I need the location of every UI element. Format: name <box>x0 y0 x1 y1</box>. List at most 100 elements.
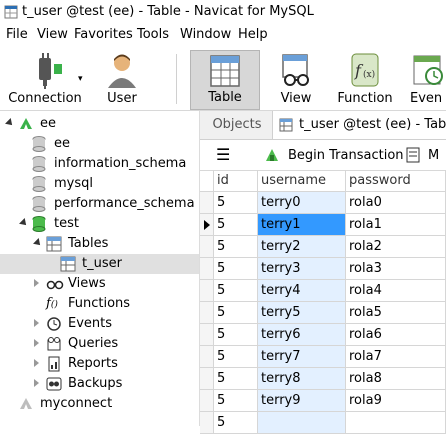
expand-arrow-icon[interactable] <box>34 379 39 387</box>
grid-cell-username[interactable]: terry9 <box>258 390 346 412</box>
tree-reports-group[interactable]: Reports <box>0 354 199 374</box>
grid-cell-id[interactable]: 5 <box>214 192 258 214</box>
row-header[interactable] <box>200 280 214 302</box>
collapse-arrow-icon[interactable] <box>19 218 29 228</box>
grid-cell-id[interactable]: 5 <box>214 280 258 302</box>
grid-cell-password[interactable]: rola7 <box>346 346 446 368</box>
row-header[interactable] <box>200 346 214 368</box>
begin-transaction-button[interactable]: Begin Transaction <box>264 144 404 166</box>
grid-cell-password[interactable]: rola3 <box>346 258 446 280</box>
row-header[interactable] <box>200 302 214 324</box>
collapse-arrow-icon[interactable] <box>5 118 15 128</box>
expand-arrow-icon[interactable] <box>34 319 39 327</box>
grid-cell-username[interactable] <box>258 412 346 434</box>
tab-t-user-table[interactable]: t_user @test (ee) - Table <box>272 111 446 139</box>
grid-cell-username[interactable]: terry6 <box>258 324 346 346</box>
grid-cell-password[interactable]: rola8 <box>346 368 446 390</box>
menu-file[interactable]: File <box>6 27 28 42</box>
grid-cell-password[interactable]: rola0 <box>346 192 446 214</box>
grid-cell-id[interactable]: 5 <box>214 302 258 324</box>
grid-cell-id[interactable]: 5 <box>214 390 258 412</box>
function-button[interactable]: f (x) Function <box>332 50 398 110</box>
event-button[interactable]: Even <box>406 50 446 110</box>
table-button[interactable]: Table <box>190 50 260 110</box>
connection-dropdown-icon[interactable]: ▾ <box>78 74 83 84</box>
tree-database-information-schema[interactable]: information_schema <box>0 154 199 174</box>
grid-cell-password[interactable]: rola6 <box>346 324 446 346</box>
tree-database-mysql[interactable]: mysql <box>0 174 199 194</box>
collapse-arrow-icon[interactable] <box>33 238 43 248</box>
tree-connection-ee[interactable]: ee <box>0 114 199 134</box>
menu-bar: File View Favorites Tools Window Help <box>0 24 446 46</box>
database-icon <box>32 156 46 172</box>
tree-tables-group[interactable]: Tables <box>0 234 199 254</box>
queries-icon <box>47 337 61 351</box>
grid-cell-password[interactable]: rola1 <box>346 214 446 236</box>
row-header[interactable] <box>200 324 214 346</box>
menu-icon[interactable]: ☰ <box>216 145 230 164</box>
menu-favorites[interactable]: Favorites <box>74 27 133 42</box>
grid-cell-username[interactable]: terry2 <box>258 236 346 258</box>
grid-cell-password[interactable]: rola4 <box>346 280 446 302</box>
row-header[interactable] <box>200 390 214 412</box>
tree-table-t-user[interactable]: t_user <box>0 254 199 274</box>
menu-help[interactable]: Help <box>238 27 268 42</box>
row-header[interactable] <box>200 412 214 434</box>
column-header-username[interactable]: username <box>258 170 346 192</box>
grid-cell-id[interactable]: 5 <box>214 346 258 368</box>
main-toolbar: Connection ▾ User Table View f (x) Funct… <box>0 46 446 111</box>
tab-objects[interactable]: Objects <box>206 111 268 139</box>
grid-cell-username[interactable]: terry4 <box>258 280 346 302</box>
grid-cell-username[interactable]: terry8 <box>258 368 346 390</box>
grid-cell-password[interactable]: rola2 <box>346 236 446 258</box>
tree-views-group[interactable]: Views <box>0 274 199 294</box>
row-header[interactable] <box>200 368 214 390</box>
row-header[interactable] <box>200 192 214 214</box>
grid-cell-id[interactable]: 5 <box>214 258 258 280</box>
table-toolbar: ☰ Begin Transaction M <box>200 140 446 171</box>
grid-cell-username[interactable]: terry1 <box>258 214 346 236</box>
expand-arrow-icon[interactable] <box>34 279 39 287</box>
tree-database-test[interactable]: test <box>0 214 199 234</box>
row-header[interactable] <box>200 258 214 280</box>
column-header-password[interactable]: password <box>346 170 446 192</box>
tree-events-group[interactable]: Events <box>0 314 199 334</box>
grid-cell-username[interactable]: terry0 <box>258 192 346 214</box>
tree-queries-group[interactable]: Queries <box>0 334 199 354</box>
grid-cell-id[interactable]: 5 <box>214 214 258 236</box>
grid-cell-id[interactable]: 5 <box>214 368 258 390</box>
tree-database-ee[interactable]: ee <box>0 134 199 154</box>
table-icon <box>60 256 76 272</box>
memo-button[interactable]: M <box>406 144 446 166</box>
menu-window[interactable]: Window <box>180 27 231 42</box>
grid-cell-password[interactable] <box>346 412 446 434</box>
row-header[interactable] <box>200 214 214 236</box>
transaction-icon <box>266 149 278 161</box>
column-header-id[interactable]: id <box>214 170 258 192</box>
tree-functions-group[interactable]: f() Functions <box>0 294 199 314</box>
grid-cell-id[interactable]: 5 <box>214 236 258 258</box>
backups-icon <box>46 377 62 391</box>
grid-cell-id[interactable]: 5 <box>214 412 258 434</box>
row-header[interactable] <box>200 236 214 258</box>
function-label: Function <box>337 91 393 106</box>
grid-cell-id[interactable]: 5 <box>214 324 258 346</box>
grid-cell-password[interactable]: rola5 <box>346 302 446 324</box>
tree-backups-group[interactable]: Backups <box>0 374 199 394</box>
grid-cell-password[interactable]: rola9 <box>346 390 446 412</box>
grid-cell-username[interactable]: terry7 <box>258 346 346 368</box>
connection-button[interactable]: Connection <box>4 50 86 110</box>
tree-label: information_schema <box>54 156 187 171</box>
grid-cell-username[interactable]: terry5 <box>258 302 346 324</box>
tree-connection-myconnect[interactable]: myconnect <box>0 394 199 414</box>
mysql-connection-icon <box>20 398 32 409</box>
view-button[interactable]: View <box>268 50 324 110</box>
tree-database-performance-schema[interactable]: performance_schema <box>0 194 199 214</box>
tab-label: t_user @test (ee) - Table <box>299 117 446 132</box>
expand-arrow-icon[interactable] <box>34 339 39 347</box>
expand-arrow-icon[interactable] <box>34 359 39 367</box>
grid-cell-username[interactable]: terry3 <box>258 258 346 280</box>
menu-view[interactable]: View <box>37 27 68 42</box>
user-button[interactable]: User <box>96 50 148 110</box>
menu-tools[interactable]: Tools <box>137 27 169 42</box>
